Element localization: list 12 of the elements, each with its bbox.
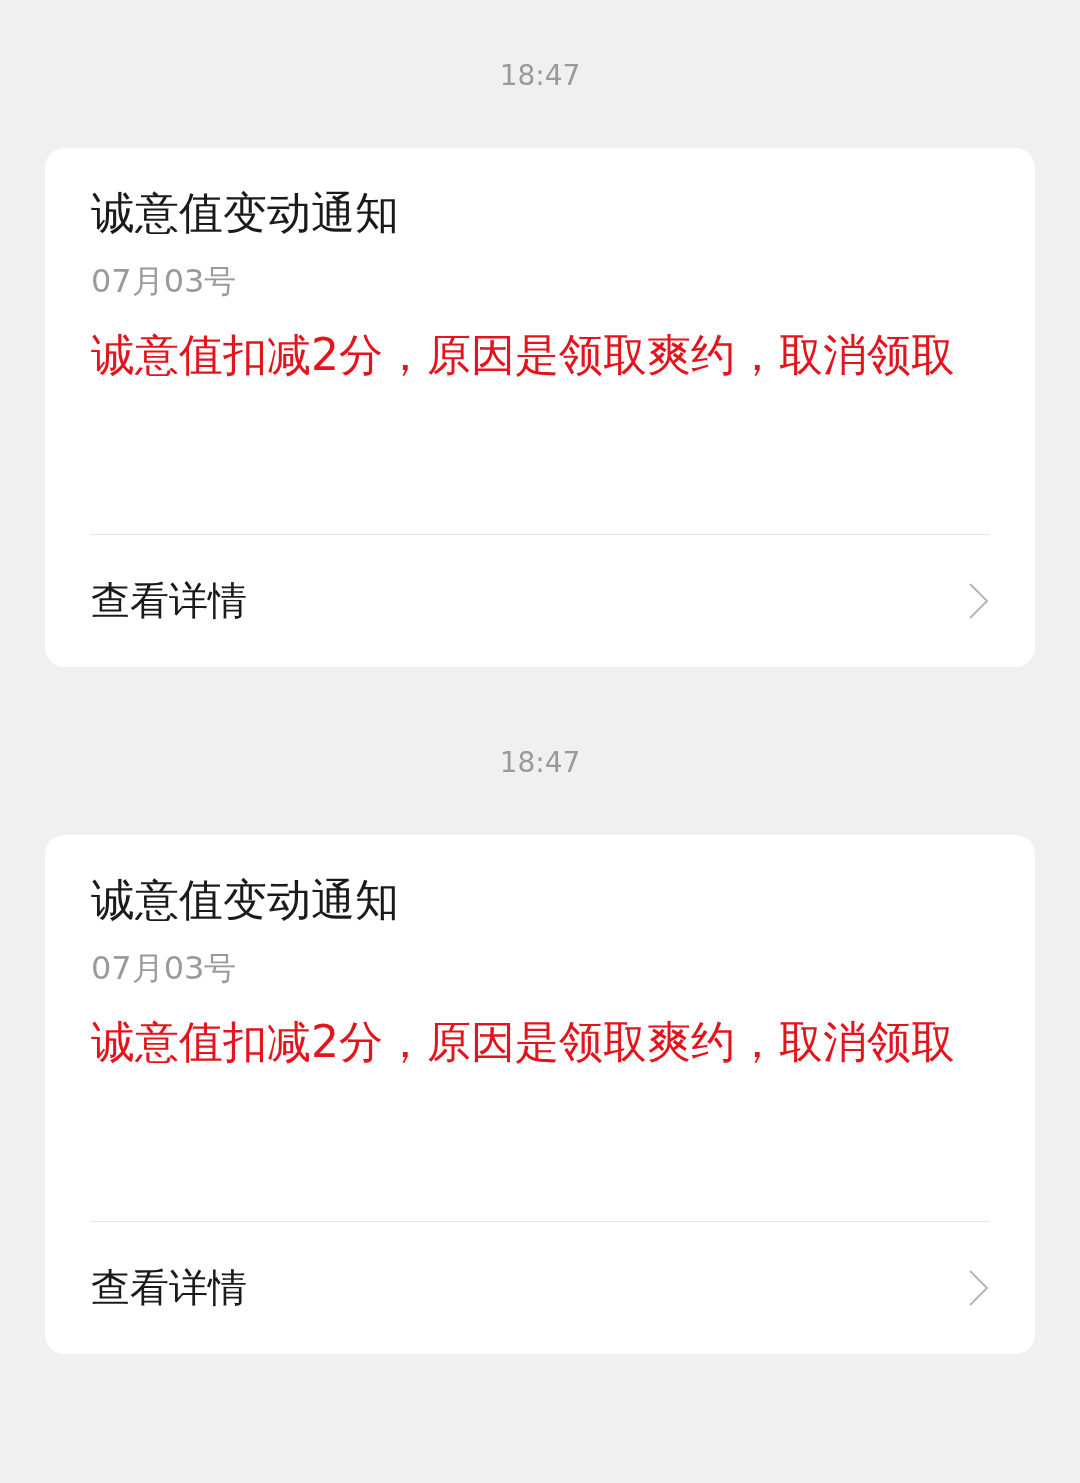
notification-date: 07月03号 bbox=[91, 261, 238, 302]
message-time: 18:47 bbox=[499, 745, 581, 781]
chevron-right-icon bbox=[968, 1269, 990, 1307]
notification-title: 诚意值变动通知 bbox=[91, 873, 400, 927]
message-time: 18:47 bbox=[499, 58, 581, 94]
view-details-link[interactable]: 查看详情 bbox=[91, 1222, 990, 1354]
notification-body: 诚意值扣减2分，原因是领取爽约，取消领取 bbox=[91, 1015, 956, 1069]
view-details-link[interactable]: 查看详情 bbox=[91, 535, 990, 667]
notification-title: 诚意值变动通知 bbox=[91, 186, 400, 240]
notification-date: 07月03号 bbox=[91, 948, 238, 989]
chevron-right-icon bbox=[968, 582, 990, 620]
notification-body: 诚意值扣减2分，原因是领取爽约，取消领取 bbox=[91, 328, 956, 382]
